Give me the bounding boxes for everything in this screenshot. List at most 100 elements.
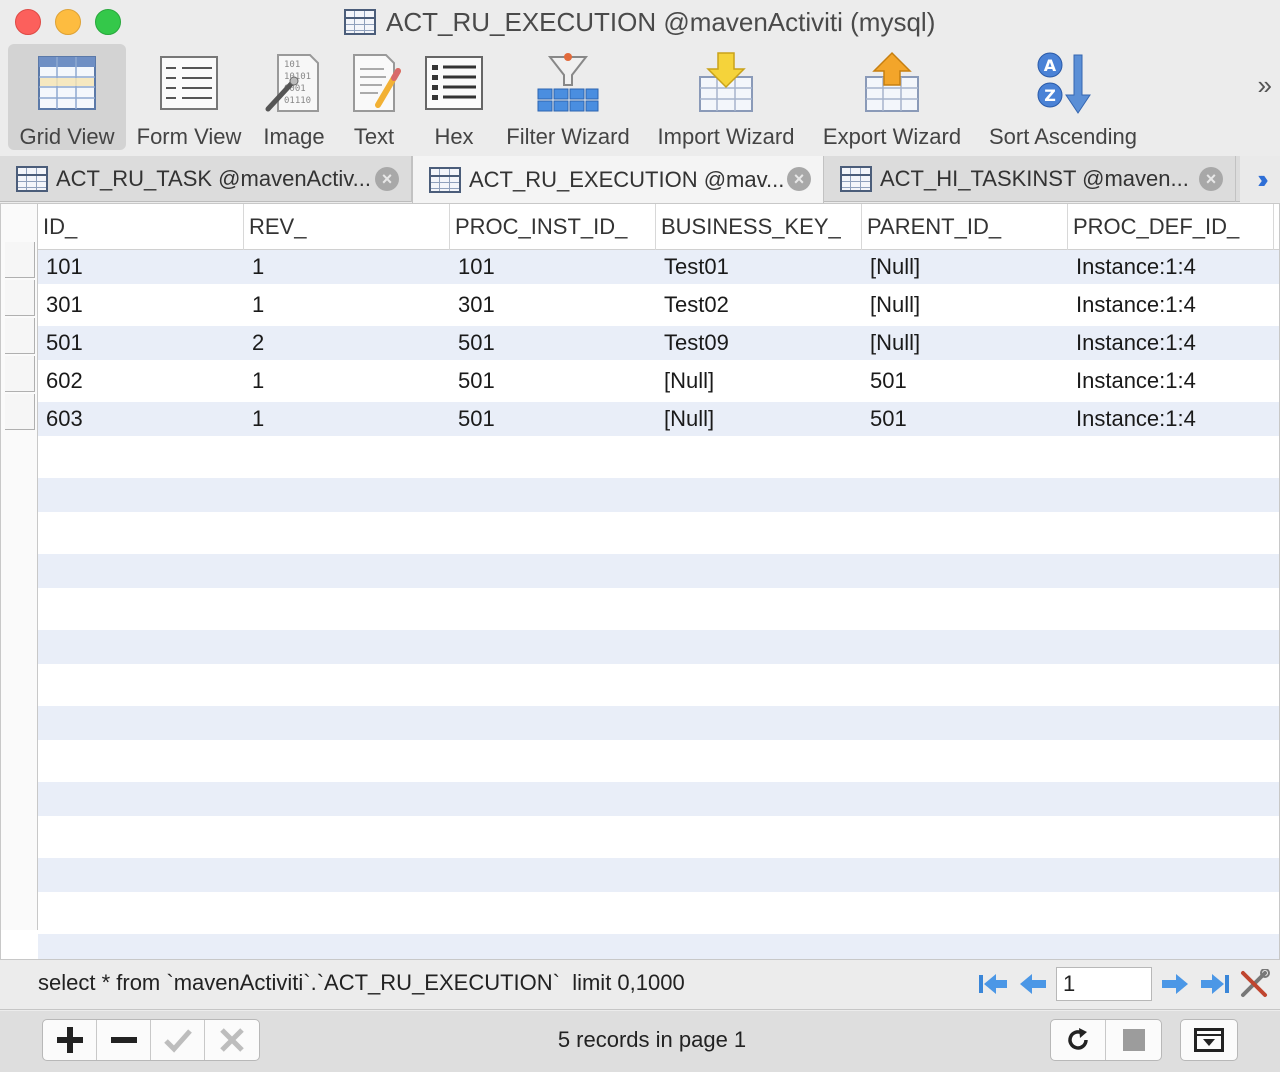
table-cell[interactable]: 501 [38,324,83,362]
pagination [976,966,1280,1002]
table-cell[interactable]: 501 [450,400,495,438]
table-cell[interactable]: Test09 [656,324,729,362]
table-icon [344,9,376,35]
table-cell[interactable]: 101 [450,248,495,286]
import-wizard-label: Import Wizard [657,124,795,149]
row-stripe [38,630,1279,664]
close-window-button[interactable] [15,9,41,35]
table-cell[interactable]: 501 [450,324,495,362]
grid-view-icon [31,48,103,118]
column-header[interactable]: PARENT_ID_ [862,204,1068,250]
tab-overflow-button[interactable]: ›› [1240,156,1280,202]
table-icon [840,166,872,192]
hex-icon [418,48,490,118]
import-wizard-button[interactable]: Import Wizard [650,44,802,150]
refresh-button[interactable] [1051,1020,1106,1060]
table-cell[interactable]: 1 [244,286,264,324]
minimize-window-button[interactable] [55,9,81,35]
close-tab-icon[interactable]: × [787,167,811,191]
row-selector[interactable] [5,394,35,430]
maximize-window-button[interactable] [95,9,121,35]
form-view-label: Form View [136,124,242,149]
text-button[interactable]: Text [336,44,412,150]
table-cell[interactable]: 301 [450,286,495,324]
table-cell[interactable]: 1 [244,400,264,438]
table-cell[interactable]: [Null] [862,324,920,362]
table-cell[interactable]: Instance:1:4 [1068,286,1196,324]
grid-view-button[interactable]: Grid View [8,44,126,150]
sort-ascending-label: Sort Ascending [989,124,1137,149]
table-cell[interactable]: Instance:1:4 [1068,362,1196,400]
row-stripe [38,782,1279,816]
table-cell[interactable]: [Null] [862,286,920,324]
table-row[interactable]: 603 1 501 [Null] 501 Instance:1:4 [38,400,1279,438]
form-view-button[interactable]: Form View [130,44,248,150]
page-number-input[interactable] [1056,967,1152,1001]
row-selector[interactable] [5,280,35,316]
table-cell[interactable]: Test02 [656,286,729,324]
export-wizard-icon [856,48,928,118]
image-button[interactable]: 101 10101 0001 01110 Image [254,44,334,150]
tab-label: ACT_HI_TASKINST @maven... [880,166,1189,191]
table-cell[interactable]: Instance:1:4 [1068,324,1196,362]
toggle-panel-button[interactable] [1180,1019,1238,1061]
column-header[interactable]: BUSINESS_KEY_ [656,204,862,250]
filter-wizard-icon [532,48,604,118]
table-cell[interactable]: 602 [38,362,83,400]
tools-icon[interactable] [1238,967,1272,1001]
table-row[interactable]: 602 1 501 [Null] 501 Instance:1:4 [38,362,1279,400]
toolbar-overflow-button[interactable]: » [1258,70,1273,101]
svg-text:101: 101 [284,60,300,70]
table-cell[interactable]: 501 [862,400,907,438]
close-tab-icon[interactable]: × [1199,167,1223,191]
table-row[interactable]: 501 2 501 Test09 [Null] Instance:1:4 [38,324,1279,362]
tab-act-hi-taskinst[interactable]: ACT_HI_TASKINST @maven... × [824,156,1236,202]
column-header[interactable]: ID_ [38,204,244,250]
sort-ascending-button[interactable]: A Z Sort Ascending [980,44,1146,150]
data-grid[interactable]: ID_ REV_ PROC_INST_ID_ BUSINESS_KEY_ PAR… [0,203,1280,960]
table-cell[interactable]: 301 [38,286,83,324]
window-title: ACT_RU_EXECUTION @mavenActiviti (mysql) [344,6,935,38]
previous-page-icon[interactable] [1016,967,1050,1001]
hex-button[interactable]: Hex [416,44,492,150]
row-stripe [38,706,1279,740]
table-cell[interactable]: 603 [38,400,83,438]
row-selector[interactable] [5,356,35,392]
table-cell[interactable]: [Null] [862,248,920,286]
table-cell[interactable]: [Null] [656,400,714,438]
filter-wizard-button[interactable]: Filter Wizard [500,44,636,150]
tab-act-ru-execution[interactable]: ACT_RU_EXECUTION @mav... × [412,156,824,203]
text-icon [338,48,410,118]
table-row[interactable]: 301 1 301 Test02 [Null] Instance:1:4 [38,286,1279,324]
table-cell[interactable]: [Null] [656,362,714,400]
tab-act-ru-task[interactable]: ACT_RU_TASK @mavenActiv... × [0,156,412,202]
table-cell[interactable]: 501 [862,362,907,400]
sql-query-text: select * from `mavenActiviti`.`ACT_RU_EX… [38,970,685,995]
table-cell[interactable]: 101 [38,248,83,286]
table-cell[interactable]: 501 [450,362,495,400]
image-icon: 101 10101 0001 01110 [258,48,330,118]
table-cell[interactable]: Instance:1:4 [1068,248,1196,286]
table-cell[interactable]: 2 [244,324,264,362]
first-page-icon[interactable] [976,967,1010,1001]
table-cell[interactable]: Instance:1:4 [1068,400,1196,438]
last-page-icon[interactable] [1198,967,1232,1001]
refresh-stop-group [1050,1019,1162,1061]
close-tab-icon[interactable]: × [375,167,399,191]
table-row[interactable]: 101 1 101 Test01 [Null] Instance:1:4 [38,248,1279,286]
column-header[interactable]: PROC_INST_ID_ [450,204,656,250]
row-stripe [38,554,1279,588]
stop-button[interactable] [1106,1020,1161,1060]
table-cell[interactable]: 1 [244,362,264,400]
stop-icon [1122,1029,1145,1051]
query-status-bar: select * from `mavenActiviti`.`ACT_RU_EX… [0,960,1280,1010]
import-wizard-icon [690,48,762,118]
next-page-icon[interactable] [1158,967,1192,1001]
row-selector[interactable] [5,318,35,354]
row-selector[interactable] [5,242,35,278]
table-cell[interactable]: Test01 [656,248,729,286]
export-wizard-button[interactable]: Export Wizard [816,44,968,150]
table-cell[interactable]: 1 [244,248,264,286]
column-header[interactable]: PROC_DEF_ID_ [1068,204,1274,250]
column-header[interactable]: REV_ [244,204,450,250]
